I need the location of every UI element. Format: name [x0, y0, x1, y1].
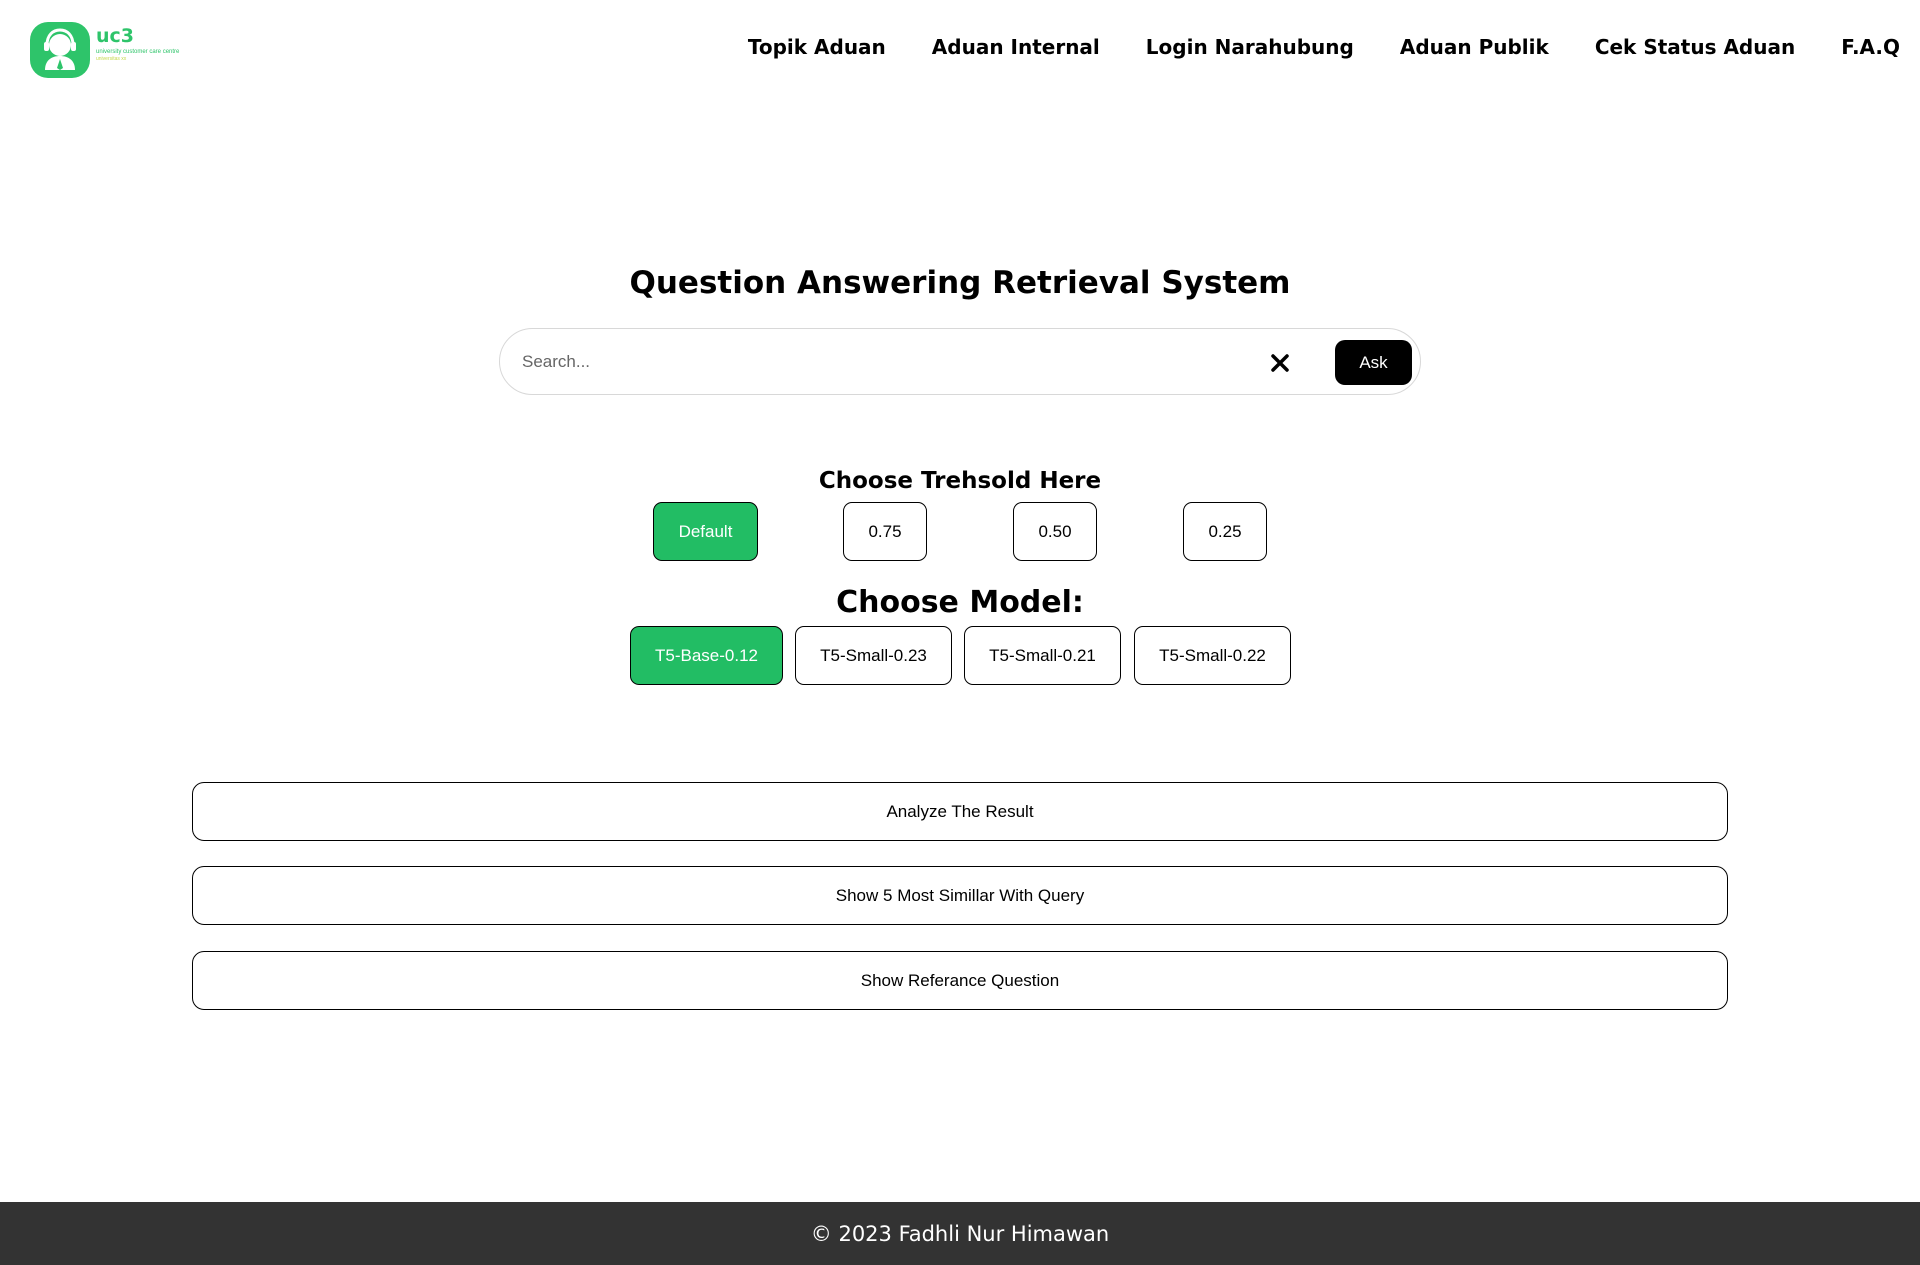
nav-login-narahubung[interactable]: Login Narahubung [1146, 35, 1354, 59]
main-nav: Topik Aduan Aduan Internal Login Narahub… [748, 35, 1900, 59]
show-similar-button[interactable]: Show 5 Most Simillar With Query [192, 866, 1728, 925]
clear-search-button[interactable] [1264, 347, 1296, 379]
threshold-heading: Choose Trehsold Here [818, 468, 1102, 494]
threshold-option-050[interactable]: 0.50 [1013, 502, 1097, 561]
brand-name: uc3 [96, 25, 135, 47]
model-option-t5-small-022[interactable]: T5-Small-0.22 [1134, 626, 1291, 685]
nav-aduan-publik[interactable]: Aduan Publik [1400, 35, 1549, 59]
copyright-text: © 2023 Fadhli Nur Himawan [810, 1221, 1110, 1246]
logo[interactable]: uc3 university customer care centre univ… [30, 20, 200, 80]
show-reference-button[interactable]: Show Referance Question [192, 951, 1728, 1010]
threshold-option-default[interactable]: Default [653, 502, 758, 561]
model-option-t5-small-023[interactable]: T5-Small-0.23 [795, 626, 952, 685]
logo-badge [30, 22, 90, 78]
brand-subtag: universitas xx [96, 56, 127, 62]
analyze-result-button[interactable]: Analyze The Result [192, 782, 1728, 841]
ask-button[interactable]: Ask [1335, 340, 1412, 385]
header: uc3 university customer care centre univ… [0, 0, 1920, 100]
nav-aduan-internal[interactable]: Aduan Internal [932, 35, 1100, 59]
nav-faq[interactable]: F.A.Q [1841, 35, 1900, 59]
nav-topik-aduan[interactable]: Topik Aduan [748, 35, 886, 59]
search-bar: Ask [499, 328, 1421, 395]
model-heading: Choose Model: [836, 585, 1084, 620]
page-title: Question Answering Retrieval System [629, 265, 1291, 301]
footer: © 2023 Fadhli Nur Himawan [0, 1202, 1920, 1265]
close-icon [1271, 354, 1289, 372]
support-agent-icon [44, 28, 76, 70]
threshold-option-025[interactable]: 0.25 [1183, 502, 1267, 561]
brand-tagline: university customer care centre [96, 49, 180, 55]
nav-cek-status-aduan[interactable]: Cek Status Aduan [1595, 35, 1795, 59]
search-input[interactable] [522, 347, 1242, 377]
threshold-option-075[interactable]: 0.75 [843, 502, 927, 561]
model-option-t5-base-012[interactable]: T5-Base-0.12 [630, 626, 783, 685]
model-option-t5-small-021[interactable]: T5-Small-0.21 [964, 626, 1121, 685]
